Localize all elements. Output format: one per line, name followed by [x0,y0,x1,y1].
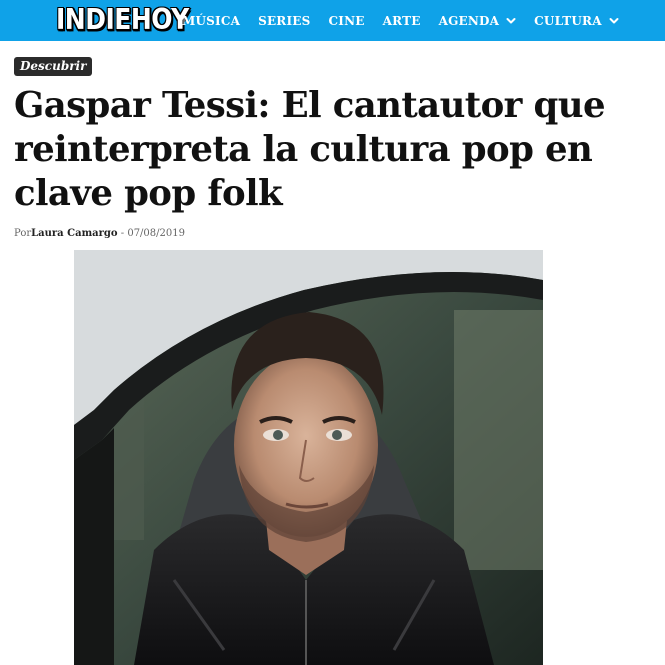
main-nav: MÚSICA SERIES CINE ARTE AGENDA CULTURA [182,0,637,41]
nav-item-label: SERIES [258,13,311,28]
nav-item-musica[interactable]: MÚSICA [182,14,240,28]
article-title: Gaspar Tessi: El cantautor que reinterpr… [14,85,606,214]
author-link[interactable]: Laura Camargo [31,228,117,239]
site-logo[interactable]: INDIEHOY [56,2,189,39]
article-byline: PorLaura Camargo - 07/08/2019 [14,228,185,239]
nav-item-label: ARTE [382,13,421,28]
nav-item-label: CULTURA [534,13,602,28]
nav-item-cine[interactable]: CINE [329,14,365,28]
top-navigation-bar: INDIEHOY MÚSICA SERIES CINE ARTE AGENDA … [0,0,665,41]
nav-item-arte[interactable]: ARTE [383,14,421,28]
article-featured-image [74,250,543,665]
byline-prefix: Por [14,228,32,239]
byline-separator: - [117,228,128,239]
article-date: 07/08/2019 [127,228,185,239]
nav-item-label: AGENDA [438,13,500,28]
nav-item-label: MÚSICA [182,13,241,28]
category-tag[interactable]: Descubrir [14,57,93,76]
nav-item-agenda[interactable]: AGENDA [439,14,517,28]
nav-item-cultura[interactable]: CULTURA [534,14,619,28]
chevron-down-icon [506,16,516,26]
nav-item-series[interactable]: SERIES [258,14,310,28]
nav-item-label: CINE [328,13,365,28]
chevron-down-icon [609,16,619,26]
